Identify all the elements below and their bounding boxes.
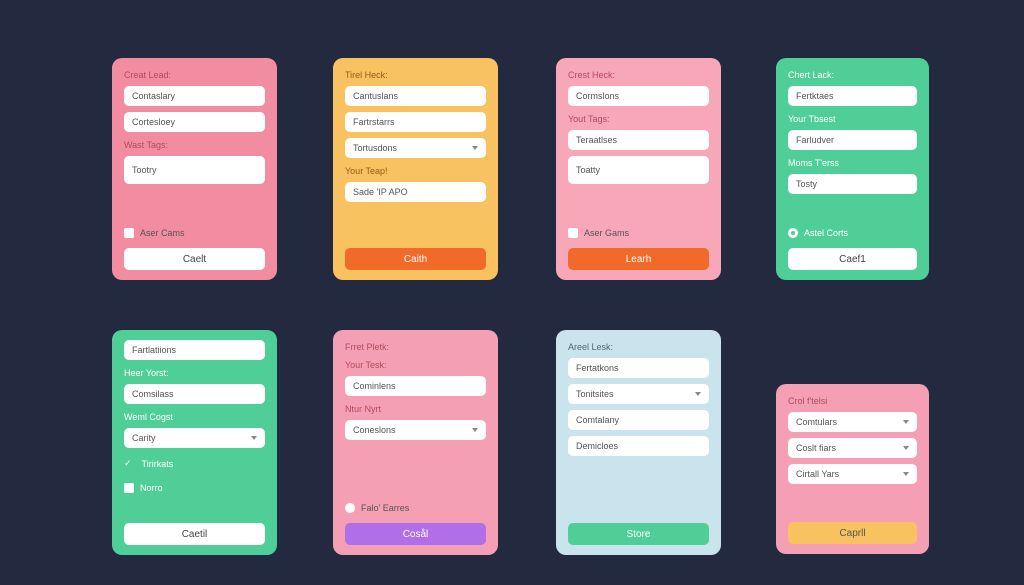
submit-button[interactable]: Caelt: [124, 248, 265, 270]
form-card-7: Areel Lesk: Fertatkons Tonitsites Comtal…: [556, 330, 721, 555]
checkbox-label: Tirirkats: [142, 459, 174, 469]
select-input[interactable]: Tortusdons: [345, 138, 486, 158]
submit-button[interactable]: Caith: [345, 248, 486, 270]
card-title: Creat Lead:: [124, 70, 265, 80]
textarea-input[interactable]: Toatty: [568, 156, 709, 184]
submit-button[interactable]: Caetil: [124, 523, 265, 545]
checkbox-row[interactable]: Norro: [124, 483, 265, 493]
form-card-5: Fartlatiions Heer Yorst: Comsilass Weml …: [112, 330, 277, 555]
field-label: Wast Tags:: [124, 140, 265, 150]
text-input[interactable]: Fartlatiions: [124, 340, 265, 360]
card-title: Chert Lack:: [788, 70, 917, 80]
text-input[interactable]: Farludver: [788, 130, 917, 150]
card-title: Frret Pletk:: [345, 342, 486, 352]
submit-button[interactable]: Store: [568, 523, 709, 545]
select-input[interactable]: Comtulars: [788, 412, 917, 432]
text-input[interactable]: Contaslary: [124, 86, 265, 106]
radio-icon: [788, 228, 798, 238]
text-input[interactable]: Cantuslans: [345, 86, 486, 106]
form-card-6: Frret Pletk: Your Tesk: Cominlens Ntur N…: [333, 330, 498, 555]
submit-button[interactable]: Caprll: [788, 522, 917, 544]
checkbox-icon: [568, 228, 578, 238]
field-label: Your Teap!: [345, 166, 486, 176]
text-input[interactable]: Sade 'IP APO: [345, 182, 486, 202]
submit-button[interactable]: Learh: [568, 248, 709, 270]
text-input[interactable]: Comsilass: [124, 384, 265, 404]
text-input[interactable]: Teraatlses: [568, 130, 709, 150]
text-input[interactable]: Cormslons: [568, 86, 709, 106]
radio-icon: [345, 503, 355, 513]
checkbox-label: Aser Cams: [140, 228, 185, 238]
textarea-input[interactable]: Tootry: [124, 156, 265, 184]
text-input[interactable]: Fartrstarrs: [345, 112, 486, 132]
card-title: Crest Heck:: [568, 70, 709, 80]
field-label: Heer Yorst:: [124, 368, 265, 378]
text-input[interactable]: Cominlens: [345, 376, 486, 396]
radio-label: Falo' Earres: [361, 503, 409, 513]
select-input[interactable]: Cirtall Yars: [788, 464, 917, 484]
card-title: Tirel Heck:: [345, 70, 486, 80]
form-card-3: Crest Heck: Cormslons Yout Tags: Teraatl…: [556, 58, 721, 280]
form-card-8: Crol f'telsi Comtulars Coslt fiars Cirta…: [776, 384, 929, 554]
card-title: Crol f'telsi: [788, 396, 917, 406]
field-label: Moms T'erss: [788, 158, 917, 168]
select-input[interactable]: Carity: [124, 428, 265, 448]
text-input[interactable]: Tosty: [788, 174, 917, 194]
checkbox-label: Norro: [140, 483, 163, 493]
checkbox-row[interactable]: Aser Cams: [124, 228, 265, 238]
select-input[interactable]: Coslt fiars: [788, 438, 917, 458]
select-input[interactable]: Tonitsites: [568, 384, 709, 404]
checkbox-icon: [124, 228, 134, 238]
submit-button[interactable]: Cosål: [345, 523, 486, 545]
radio-label: Astel Corts: [804, 228, 848, 238]
submit-button[interactable]: Caef1: [788, 248, 917, 270]
text-input[interactable]: Fertktaes: [788, 86, 917, 106]
radio-row[interactable]: Astel Corts: [788, 228, 917, 238]
text-input[interactable]: Fertatkons: [568, 358, 709, 378]
checkbox-row[interactable]: Aser Gams: [568, 228, 709, 238]
checkbox-row[interactable]: Tirirkats: [124, 458, 265, 469]
card-title: Areel Lesk:: [568, 342, 709, 352]
checkbox-icon: [124, 483, 134, 493]
field-label: Weml Cogst: [124, 412, 265, 422]
radio-row[interactable]: Falo' Earres: [345, 503, 486, 513]
field-label: Your Tesk:: [345, 360, 486, 370]
select-input[interactable]: Coneslons: [345, 420, 486, 440]
form-card-4: Chert Lack: Fertktaes Your Tbsest Farlud…: [776, 58, 929, 280]
text-input[interactable]: Comtalany: [568, 410, 709, 430]
checkbox-label: Aser Gams: [584, 228, 629, 238]
form-card-1: Creat Lead: Contaslary Cortesloey Wast T…: [112, 58, 277, 280]
field-label: Ntur Nyrt: [345, 404, 486, 414]
field-label: Your Tbsest: [788, 114, 917, 124]
text-input[interactable]: Demicloes: [568, 436, 709, 456]
form-card-2: Tirel Heck: Cantuslans Fartrstarrs Tortu…: [333, 58, 498, 280]
text-input[interactable]: Cortesloey: [124, 112, 265, 132]
field-label: Yout Tags:: [568, 114, 709, 124]
